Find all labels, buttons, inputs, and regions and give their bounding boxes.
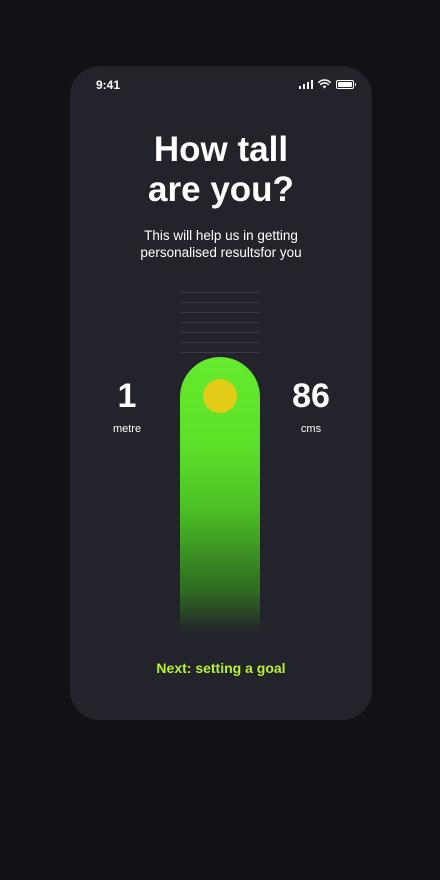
ruler-tick bbox=[180, 352, 260, 353]
subtitle-line-2: personalised resultsfor you bbox=[140, 245, 302, 260]
battery-icon bbox=[336, 79, 356, 89]
page-title: How tall are you? bbox=[70, 130, 372, 210]
cms-unit-label: cms bbox=[300, 423, 322, 435]
metre-unit-label: metre bbox=[112, 423, 142, 435]
title-line-2: are you? bbox=[148, 170, 294, 209]
ruler-tick bbox=[180, 342, 260, 343]
ruler-tick bbox=[180, 302, 260, 303]
subtitle-line-1: This will help us in getting bbox=[144, 228, 298, 243]
title-line-1: How tall bbox=[153, 130, 289, 169]
next-button[interactable]: Next: setting a goal bbox=[70, 660, 372, 676]
ruler-tick bbox=[180, 332, 260, 333]
metre-value: 1 bbox=[117, 377, 137, 415]
wifi-icon bbox=[318, 79, 331, 89]
ruler-tick bbox=[180, 322, 260, 323]
ruler-tick bbox=[180, 292, 260, 293]
status-bar: 9:41 bbox=[70, 66, 372, 106]
page-subtitle: This will help us in getting personalise… bbox=[70, 227, 372, 261]
signal-icon bbox=[298, 79, 313, 89]
status-icons bbox=[298, 79, 356, 89]
status-time: 9:41 bbox=[96, 78, 121, 92]
height-slider-handle[interactable] bbox=[203, 379, 237, 413]
phone-screen: 9:41 How tall are you? This will help us… bbox=[70, 66, 372, 720]
ruler-tick bbox=[180, 312, 260, 313]
cms-value: 86 bbox=[292, 377, 330, 415]
